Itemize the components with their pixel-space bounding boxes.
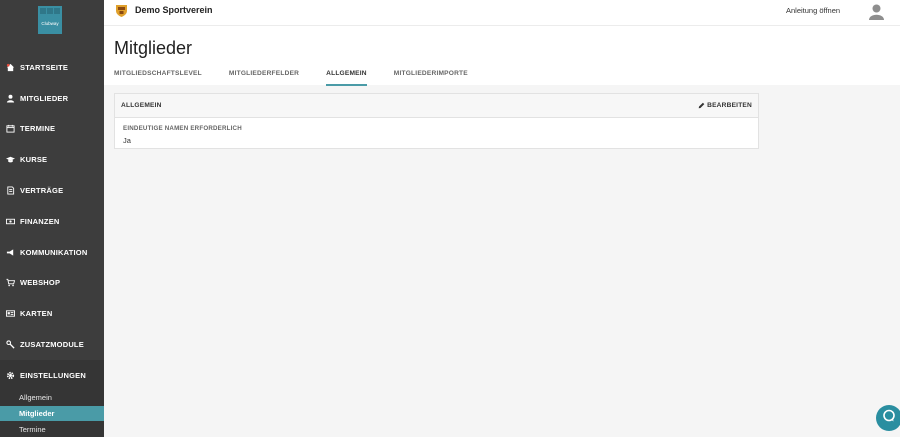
- sidebar-item-einstellungen[interactable]: EINSTELLUNGEN: [0, 359, 104, 391]
- user-icon: [6, 94, 15, 103]
- gear-icon: [6, 371, 15, 380]
- sidebar-item-mitglieder[interactable]: MITGLIEDER: [0, 83, 104, 114]
- submenu-item-allgemein[interactable]: Allgemein: [0, 390, 104, 406]
- sidebar: Clubway STARTSEITE MITGLIEDER TERMINE KU…: [0, 0, 104, 437]
- card-icon: [6, 309, 15, 318]
- sidebar-item-label: FINANZEN: [20, 216, 60, 226]
- sidebar-item-zusatzmodule[interactable]: ZUSATZMODULE: [0, 329, 104, 360]
- tab-allgemein[interactable]: ALLGEMEIN: [326, 70, 367, 86]
- sidebar-item-webshop[interactable]: WEBSHOP: [0, 268, 104, 299]
- sidebar-item-label: STARTSEITE: [20, 62, 69, 72]
- sidebar-item-kommunikation[interactable]: KOMMUNIKATION: [0, 237, 104, 268]
- avatar[interactable]: [868, 3, 885, 20]
- sidebar-item-label: TERMINE: [20, 124, 56, 134]
- sidebar-item-termine[interactable]: TERMINE: [0, 114, 104, 145]
- tab-bar: MITGLIEDSCHAFTSLEVEL MITGLIEDERFELDER AL…: [114, 70, 495, 86]
- wrench-icon: [6, 340, 15, 349]
- settings-submenu: Allgemein Mitglieder Termine: [0, 390, 104, 437]
- tab-mitgliederimporte[interactable]: MITGLIEDERIMPORTE: [394, 70, 468, 86]
- open-guide-link[interactable]: Anleitung öffnen: [786, 6, 840, 15]
- topbar: Demo Sportverein Anleitung öffnen: [104, 0, 900, 26]
- sidebar-item-label: KURSE: [20, 155, 48, 165]
- sidebar-item-label: EINSTELLUNGEN: [20, 370, 86, 380]
- club-crest-icon: [115, 4, 128, 18]
- tab-mitgliedschaftslevel[interactable]: MITGLIEDSCHAFTSLEVEL: [114, 70, 202, 86]
- card-title: ALLGEMEIN: [121, 102, 162, 109]
- page-title: Mitglieder: [114, 38, 193, 58]
- logo-text: Clubway: [41, 21, 59, 26]
- field-value-unique-names: Ja: [123, 136, 131, 145]
- sidebar-item-label: WEBSHOP: [20, 278, 61, 288]
- field-label-unique-names: EINDEUTIGE NAMEN ERFORDERLICH: [123, 125, 242, 132]
- clubway-logo[interactable]: Clubway: [36, 4, 64, 36]
- card-header: ALLGEMEIN BEARBEITEN: [115, 94, 758, 118]
- sidebar-item-label: ZUSATZMODULE: [20, 340, 84, 350]
- graduation-icon: [6, 155, 15, 164]
- sidebar-item-label: KOMMUNIKATION: [20, 247, 88, 257]
- sidebar-item-label: KARTEN: [20, 309, 53, 319]
- sidebar-item-kurse[interactable]: KURSE: [0, 144, 104, 175]
- chat-button[interactable]: [876, 405, 900, 431]
- club-name: Demo Sportverein: [135, 5, 213, 15]
- sidebar-item-label: MITGLIEDER: [20, 93, 69, 103]
- sidebar-item-startseite[interactable]: STARTSEITE: [0, 52, 104, 83]
- pencil-icon: [698, 102, 705, 109]
- edit-button[interactable]: BEARBEITEN: [698, 102, 752, 109]
- money-icon: [6, 217, 15, 226]
- sidebar-item-label: VERTRÄGE: [20, 186, 64, 196]
- sidebar-item-vertraege[interactable]: VERTRÄGE: [0, 175, 104, 206]
- sidebar-item-karten[interactable]: KARTEN: [0, 298, 104, 329]
- document-icon: [6, 186, 15, 195]
- submenu-item-mitglieder[interactable]: Mitglieder: [0, 405, 104, 422]
- tab-mitgliederfelder[interactable]: MITGLIEDERFELDER: [229, 70, 299, 86]
- sidebar-nav: STARTSEITE MITGLIEDER TERMINE KURSE VERT…: [0, 52, 104, 391]
- home-icon: [6, 63, 15, 72]
- edit-button-label: BEARBEITEN: [707, 102, 752, 109]
- calendar-icon: [6, 124, 15, 134]
- cart-icon: [6, 278, 15, 287]
- settings-card: ALLGEMEIN BEARBEITEN EINDEUTIGE NAMEN ER…: [114, 93, 759, 149]
- sidebar-item-finanzen[interactable]: FINANZEN: [0, 206, 104, 237]
- chat-bubble-icon: [882, 409, 896, 428]
- megaphone-icon: [6, 248, 15, 257]
- submenu-item-termine[interactable]: Termine: [0, 421, 104, 437]
